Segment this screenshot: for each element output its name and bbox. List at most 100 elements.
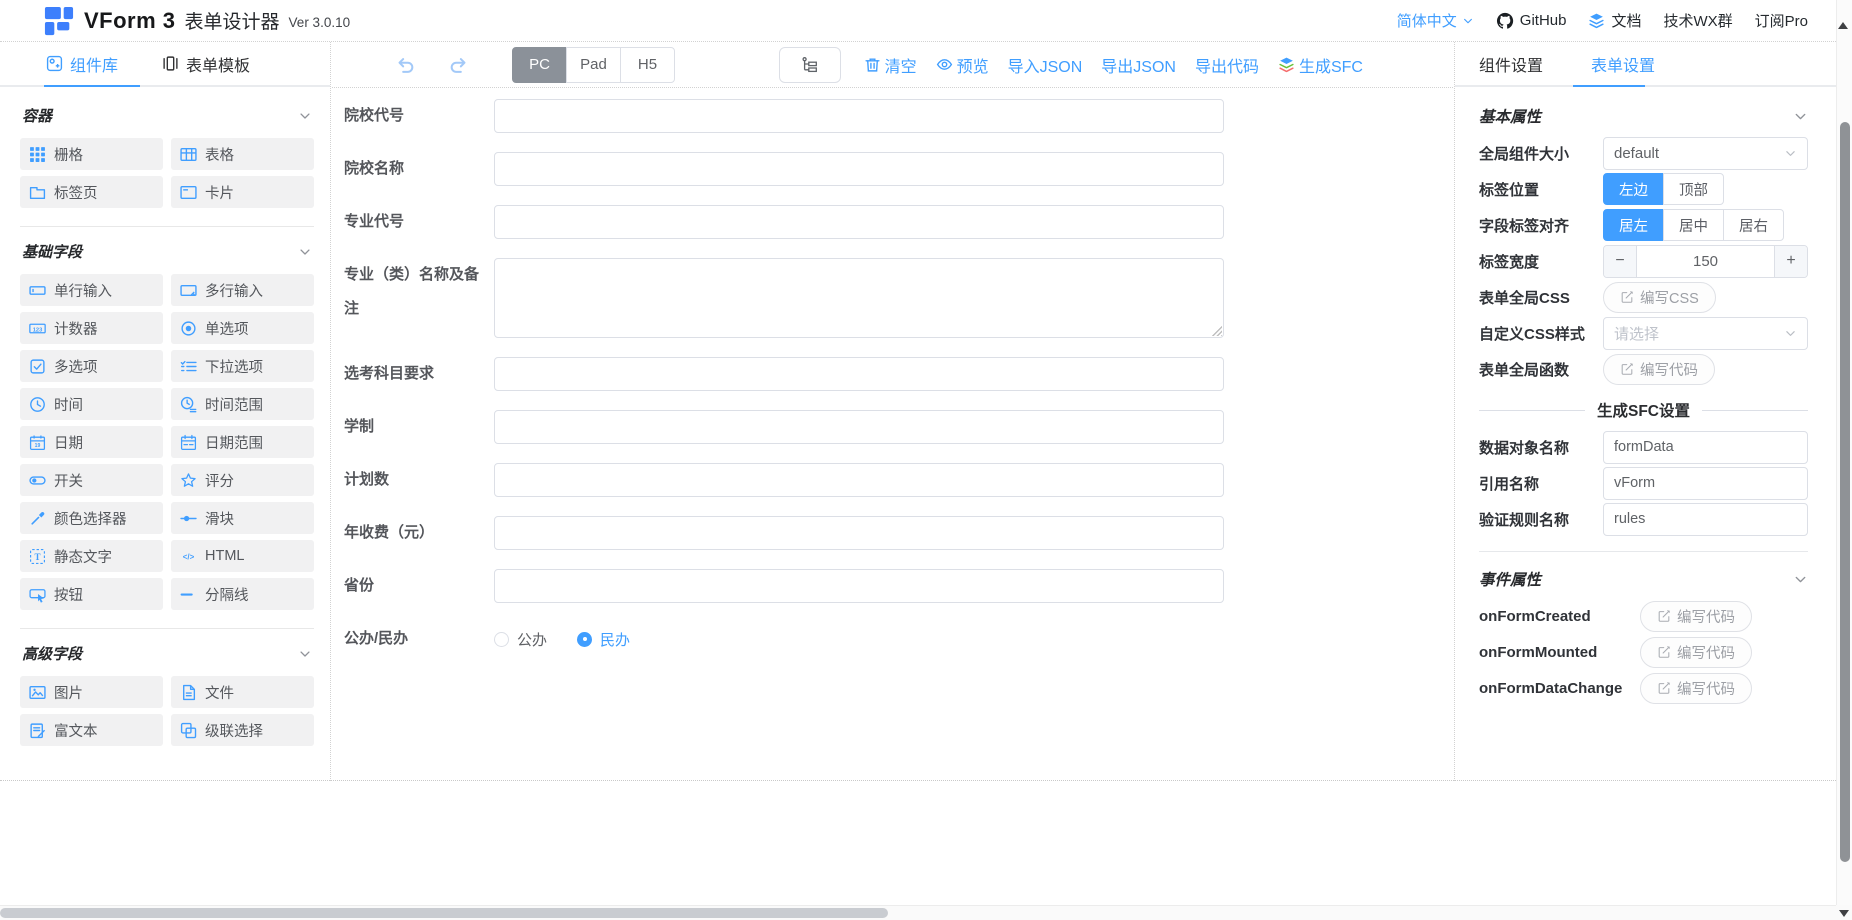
section-header-containers[interactable]: 容器	[22, 105, 312, 126]
horizontal-scrollbar[interactable]	[0, 905, 1836, 920]
widget-item-time[interactable]: 时间	[20, 388, 163, 420]
custom-css-select[interactable]: 请选择	[1603, 317, 1808, 350]
device-pc-button[interactable]: PC	[512, 47, 567, 83]
label-position-top[interactable]: 顶部	[1663, 173, 1724, 205]
label-align-center[interactable]: 居中	[1663, 209, 1724, 241]
widget-item-time-range[interactable]: 时间范围	[171, 388, 314, 420]
import-json-button[interactable]: 导入JSON	[1008, 53, 1083, 77]
radio-option-public[interactable]: 公办	[494, 629, 547, 650]
tab-form-template[interactable]: 表单模板	[162, 52, 250, 76]
form-field-row[interactable]: 院校代号	[344, 99, 1453, 133]
field-input-major-code[interactable]	[494, 205, 1224, 239]
form-field-row[interactable]: 学制	[344, 410, 1453, 444]
label-align-right[interactable]: 居右	[1723, 209, 1784, 241]
section-header-advanced-fields[interactable]: 高级字段	[22, 643, 312, 664]
scrollbar-up-arrow[interactable]	[1838, 22, 1848, 29]
widget-item-slider[interactable]: 滑块	[171, 502, 314, 534]
section-header-basic-props[interactable]: 基本属性	[1479, 105, 1808, 127]
form-field-row[interactable]: 院校名称	[344, 152, 1453, 186]
redo-icon[interactable]	[448, 54, 470, 76]
form-field-row[interactable]: 专业（类）名称及备注	[344, 258, 1453, 338]
field-input-annual-fee[interactable]	[494, 516, 1224, 550]
vertical-scrollbar[interactable]	[1836, 0, 1852, 905]
radio-option-private[interactable]: 民办	[577, 629, 630, 650]
language-select[interactable]: 简体中文	[1397, 10, 1474, 31]
wx-group-link[interactable]: 技术WX群	[1663, 10, 1732, 31]
device-h5-button[interactable]: H5	[620, 47, 675, 83]
field-input-subject-requirement[interactable]	[494, 357, 1224, 391]
widget-item-grid[interactable]: 栅格	[20, 138, 163, 170]
onformcreated-edit-button[interactable]: 编写代码	[1640, 601, 1752, 632]
section-header-event-props[interactable]: 事件属性	[1479, 568, 1808, 590]
form-field-row[interactable]: 省份	[344, 569, 1453, 603]
form-canvas[interactable]: 院校代号 院校名称 专业代号 专业（类）名称及备注 选考科目要求	[332, 88, 1453, 780]
clear-button[interactable]: 清空	[864, 53, 917, 77]
widget-item-rate[interactable]: 评分	[171, 464, 314, 496]
widget-item-divider[interactable]: 分隔线	[171, 578, 314, 610]
github-link[interactable]: GitHub	[1496, 12, 1567, 30]
widget-item-static-text[interactable]: 静态文字	[20, 540, 163, 572]
device-pad-button[interactable]: Pad	[566, 47, 621, 83]
node-tree-button[interactable]	[779, 47, 841, 83]
undo-icon[interactable]	[394, 54, 416, 76]
field-input-college-name[interactable]	[494, 152, 1224, 186]
form-field-row[interactable]: 公办/民办 公办 民办	[344, 622, 1453, 656]
onformdatachange-edit-button[interactable]: 编写代码	[1640, 673, 1752, 704]
widget-item-rich-editor[interactable]: 富文本	[20, 714, 163, 746]
widget-item-textarea[interactable]: 多行输入	[171, 274, 314, 306]
widget-item-select[interactable]: 下拉选项	[171, 350, 314, 382]
field-input-province[interactable]	[494, 569, 1224, 603]
widget-item-switch[interactable]: 开关	[20, 464, 163, 496]
write-function-button[interactable]: 编写代码	[1603, 354, 1715, 385]
export-code-button[interactable]: 导出代码	[1195, 53, 1259, 77]
form-field-row[interactable]: 专业代号	[344, 205, 1453, 239]
rules-name-input[interactable]	[1603, 503, 1808, 536]
tab-widget-library[interactable]: 组件库	[46, 52, 118, 76]
horizontal-scrollbar-thumb[interactable]	[0, 908, 888, 918]
widget-item-radio[interactable]: 单选项	[171, 312, 314, 344]
widget-item-file[interactable]: 文件	[171, 676, 314, 708]
export-json-button[interactable]: 导出JSON	[1101, 53, 1176, 77]
widget-item-input[interactable]: 单行输入	[20, 274, 163, 306]
label-position-left[interactable]: 左边	[1603, 173, 1664, 205]
form-field-row[interactable]: 计划数	[344, 463, 1453, 497]
form-field-row[interactable]: 年收费（元）	[344, 516, 1453, 550]
widget-item-number[interactable]: 计数器	[20, 312, 163, 344]
preview-label: 预览	[957, 53, 989, 77]
onformmounted-edit-button[interactable]: 编写代码	[1640, 637, 1752, 668]
scrollbar-down-arrow[interactable]	[1839, 910, 1849, 917]
docs-link[interactable]: 文档	[1588, 10, 1641, 31]
label-width-value[interactable]: 150	[1637, 246, 1774, 277]
section-header-basic-fields[interactable]: 基础字段	[22, 241, 312, 262]
write-css-button[interactable]: 编写CSS	[1603, 282, 1716, 313]
widget-item-table[interactable]: 表格	[171, 138, 314, 170]
ref-name-input[interactable]	[1603, 467, 1808, 500]
generate-sfc-button[interactable]: 生成SFC	[1278, 53, 1363, 77]
field-textarea-major-name-remark[interactable]	[494, 258, 1224, 338]
widget-item-card[interactable]: 卡片	[171, 176, 314, 208]
widget-item-cascader[interactable]: 级联选择	[171, 714, 314, 746]
widget-item-tab-panel[interactable]: 标签页	[20, 176, 163, 208]
form-field-row[interactable]: 选考科目要求	[344, 357, 1453, 391]
subscribe-pro-link[interactable]: 订阅Pro	[1755, 10, 1808, 31]
widget-item-button[interactable]: 按钮	[20, 578, 163, 610]
tab-widget-settings[interactable]: 组件设置	[1479, 52, 1543, 76]
widget-item-color-picker[interactable]: 颜色选择器	[20, 502, 163, 534]
field-input-college-code[interactable]	[494, 99, 1224, 133]
widget-item-date[interactable]: 日期	[20, 426, 163, 458]
widget-item-date-range[interactable]: 日期范围	[171, 426, 314, 458]
preview-button[interactable]: 预览	[936, 53, 989, 77]
field-input-plan-count[interactable]	[494, 463, 1224, 497]
vertical-scrollbar-thumb[interactable]	[1840, 122, 1850, 862]
data-object-name-input[interactable]	[1603, 431, 1808, 464]
widget-item-picture[interactable]: 图片	[20, 676, 163, 708]
global-size-select[interactable]: default	[1603, 137, 1808, 170]
widget-item-html[interactable]: HTML	[171, 540, 314, 572]
label-align-left[interactable]: 居左	[1603, 209, 1664, 241]
setting-row-global-function: 表单全局函数 编写代码	[1479, 351, 1808, 387]
stepper-decrease-button[interactable]: −	[1604, 246, 1637, 277]
tab-form-settings[interactable]: 表单设置	[1591, 52, 1655, 76]
widget-item-checkbox[interactable]: 多选项	[20, 350, 163, 382]
stepper-increase-button[interactable]: +	[1774, 246, 1807, 277]
field-input-schooling-years[interactable]	[494, 410, 1224, 444]
